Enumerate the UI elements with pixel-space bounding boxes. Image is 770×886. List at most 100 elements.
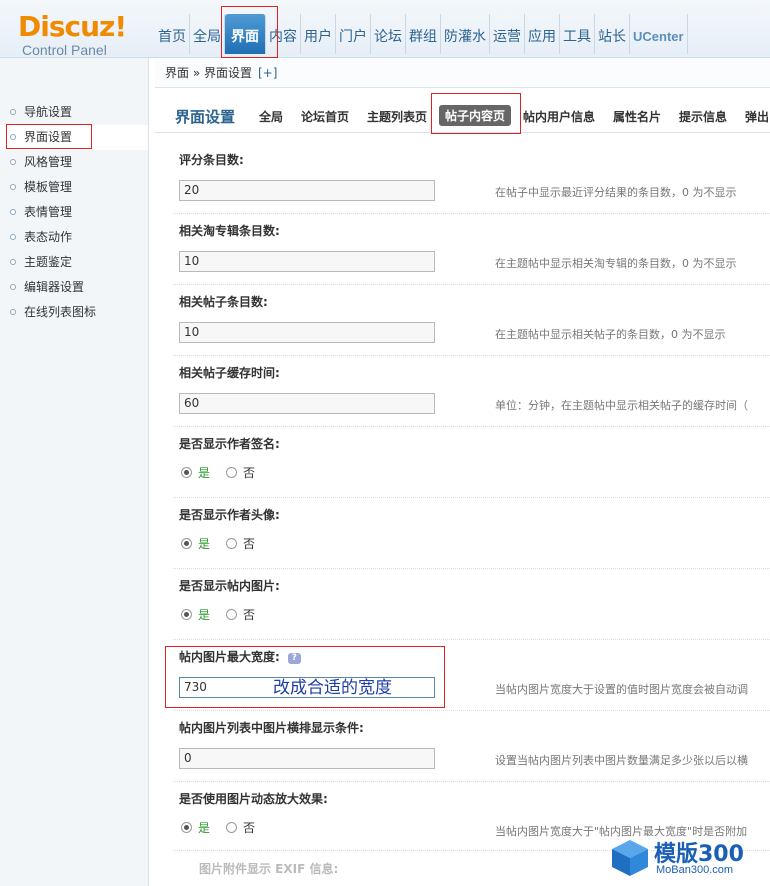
sidebar: 导航设置 界面设置 风格管理 模板管理 表情管理 表态动作 主题鉴定 编辑器设置… [0,58,149,886]
divider [173,781,770,782]
field-tip: 在帖子中显示最近评分结果的条目数，0 为不显示 [495,186,737,199]
sidebar-item-templates[interactable]: 模板管理 [0,175,148,200]
bullet-icon [10,234,16,240]
page-title: 界面设置 [175,108,236,126]
field-title: 相关帖子缓存时间: [179,366,280,380]
tab-profile-card[interactable]: 属性名片 [613,108,661,125]
divider [173,426,770,427]
bullet-icon [10,184,16,190]
sidebar-item-label: 导航设置 [24,105,73,119]
field-title: 相关淘专辑条目数: [179,224,280,238]
control-panel: Discuz! Control Panel 首页 全局 界面 内容 用户 门户 … [0,0,770,886]
sidebar-item-label: 模板管理 [24,180,73,194]
bullet-icon [10,209,16,215]
tab-forum-index[interactable]: 论坛首页 [301,108,349,125]
field-tip: 单位：分钟，在主题帖中显示相关帖子的缓存时间（ [495,399,748,412]
radio-yes[interactable] [181,467,192,478]
field-title: 是否显示作者头像: [179,508,280,522]
sidebar-item-interface-settings[interactable]: 界面设置 [0,125,148,150]
divider [173,710,770,711]
sidebar-item-editor[interactable]: 编辑器设置 [0,275,148,300]
nav-portal[interactable]: 门户 [336,14,371,54]
annotation-text: 改成合适的宽度 [273,678,392,698]
nav-interface[interactable]: 界面 [225,14,266,54]
radio-yes[interactable] [181,822,192,833]
tab-bar: 界面设置 全局 论坛首页 主题列表页 帖子内容页 帖内用户信息 属性名片 提示信… [155,99,770,133]
sidebar-item-label: 表态动作 [24,230,73,244]
nav-home[interactable]: 首页 [155,14,190,54]
tab-post-user-info[interactable]: 帖内用户信息 [523,108,595,125]
radio-no[interactable] [226,467,238,478]
sidebar-item-styles[interactable]: 风格管理 [0,150,148,175]
sidebar-item-label: 主题鉴定 [24,255,73,269]
radio-no[interactable] [226,538,238,549]
nav-tools[interactable]: 工具 [560,14,595,54]
radio-yes-label: 是 [198,537,211,551]
sidebar-item-smilies[interactable]: 表情管理 [0,200,148,225]
breadcrumb-expand-button[interactable]: [+] [258,66,277,80]
cube-logo-icon [612,840,648,876]
nav-forum[interactable]: 论坛 [371,14,406,54]
tab-post-page[interactable]: 帖子内容页 [439,105,512,126]
bullet-icon [10,284,16,290]
sidebar-item-label: 编辑器设置 [24,280,85,294]
divider [173,284,770,285]
tab-global[interactable]: 全局 [259,108,283,125]
radio-no[interactable] [226,609,238,620]
sidebar-item-label: 界面设置 [24,130,73,144]
radio-yes[interactable] [181,538,192,549]
logo-subtitle: Control Panel [22,42,107,58]
nav-ucenter[interactable]: UCenter [630,14,688,54]
image-list-layout-input[interactable]: 0 [179,748,435,769]
sidebar-item-navigation[interactable]: 导航设置 [0,100,148,125]
tab-popup[interactable]: 弹出 [745,108,769,125]
nav-admin[interactable]: 站长 [595,14,630,54]
breadcrumb: 界面 » 界面设置 [+] [155,58,770,88]
main-panel: 界面设置 全局 论坛首页 主题列表页 帖子内容页 帖内用户信息 属性名片 提示信… [155,89,770,886]
image-zoom-radio-group: 是否 [181,819,255,836]
divider [173,497,770,498]
bullet-icon [10,159,16,165]
nav-groups[interactable]: 群组 [406,14,441,54]
rating-count-input[interactable]: 20 [179,180,435,201]
sidebar-item-online-icons[interactable]: 在线列表图标 [0,300,148,325]
nav-operations[interactable]: 运营 [490,14,525,54]
radio-no-label: 否 [243,608,256,622]
nav-global[interactable]: 全局 [190,14,225,54]
related-cache-time-input[interactable]: 60 [179,393,435,414]
logo-word: Discuz! [18,10,127,43]
bullet-icon [10,259,16,265]
watermark: 模版300 MoBan300.com [608,836,766,882]
field-title: 是否显示作者签名: [179,437,280,451]
show-avatar-radio-group: 是否 [181,535,255,552]
nav-users[interactable]: 用户 [301,14,336,54]
sidebar-item-thread-stamps[interactable]: 主题鉴定 [0,250,148,275]
sidebar-item-reactions[interactable]: 表态动作 [0,225,148,250]
field-title: 评分条目数: [179,153,244,167]
radio-no-label: 否 [243,537,256,551]
related-threads-count-input[interactable]: 10 [179,322,435,343]
field-title: 帖内图片列表中图片横排显示条件: [179,721,364,735]
radio-no[interactable] [226,822,238,833]
related-collection-count-input[interactable]: 10 [179,251,435,272]
radio-no-label: 否 [243,466,256,480]
sidebar-item-label: 表情管理 [24,205,73,219]
field-title: 帖内图片最大宽度:? [179,648,301,665]
nav-antispam[interactable]: 防灌水 [441,14,490,54]
logo[interactable]: Discuz! Control Panel [18,10,127,59]
show-post-images-radio-group: 是否 [181,606,255,623]
help-icon[interactable]: ? [287,653,301,664]
tab-prompts[interactable]: 提示信息 [679,108,727,125]
bullet-icon [10,109,16,115]
field-title: 是否显示帖内图片: [179,579,280,593]
nav-apps[interactable]: 应用 [525,14,560,54]
radio-yes[interactable] [181,609,192,620]
show-signature-radio-group: 是否 [181,464,255,481]
sidebar-item-label: 在线列表图标 [24,305,97,319]
tab-thread-list[interactable]: 主题列表页 [367,108,427,125]
bullet-icon [10,309,16,315]
divider [173,568,770,569]
nav-content[interactable]: 内容 [266,14,301,54]
top-nav: 首页 全局 界面 内容 用户 门户 论坛 群组 防灌水 运营 应用 工具 站长 … [155,14,688,54]
watermark-url: MoBan300.com [656,864,734,876]
